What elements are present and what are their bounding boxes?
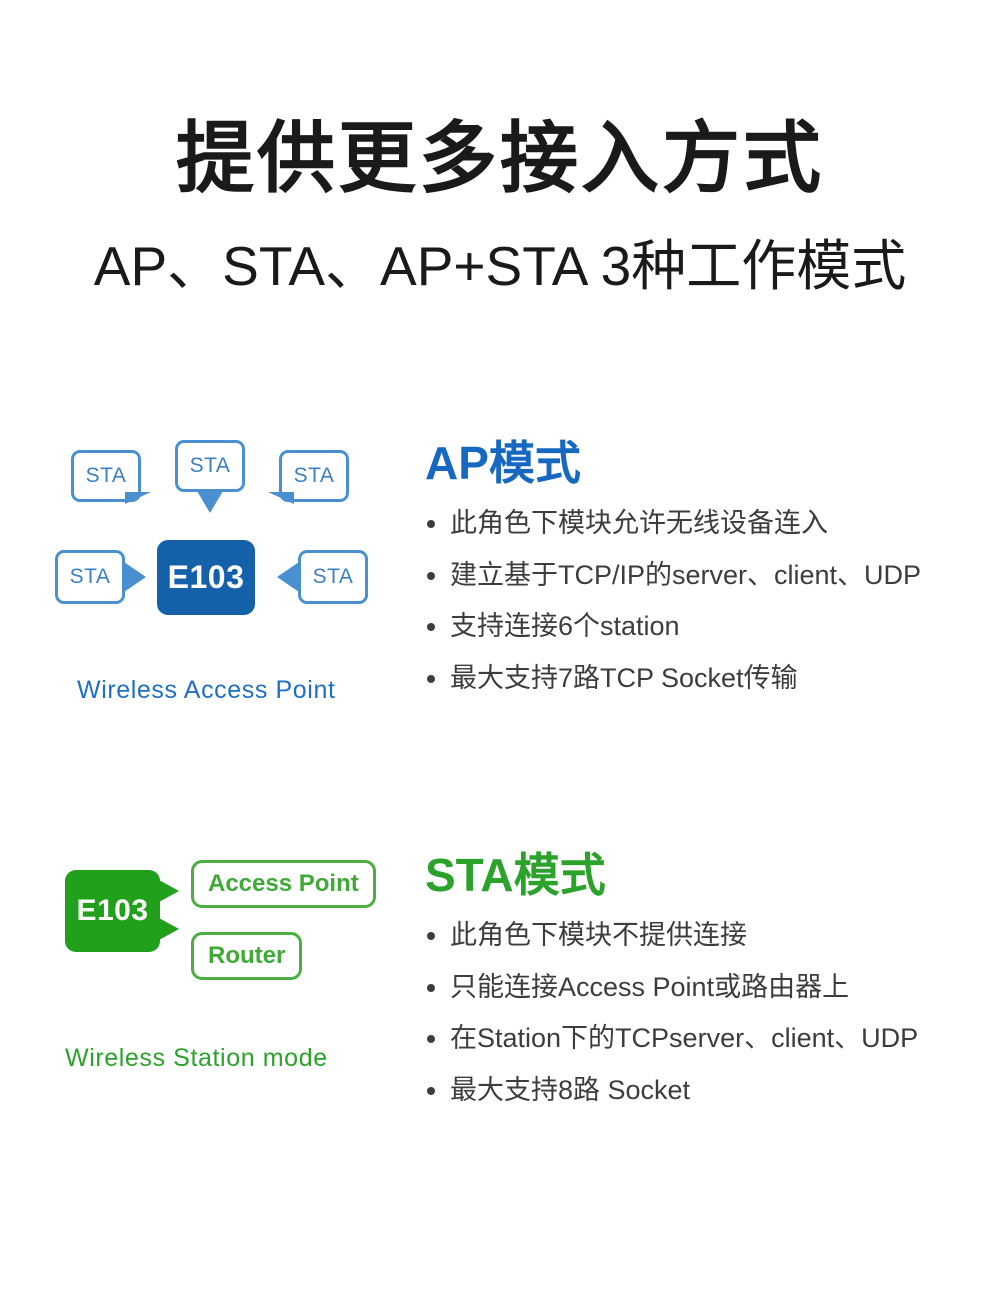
list-item: 最大支持8路 Socket (425, 1073, 1000, 1108)
ap-mode-section: STA STA STA STA STA E103 Wireless Access… (0, 440, 1000, 712)
page-title: 提供更多接入方式 (175, 114, 824, 202)
ap-mode-heading: AP模式 (425, 437, 581, 489)
sta-mode-heading: STA模式 (425, 849, 606, 901)
sta-client-bubble-5: STA (298, 550, 368, 604)
bubble-tail-icon-5 (277, 562, 299, 592)
ap-text-column: AP模式 此角色下模块允许无线设备连入 建立基于TCP/IP的server、cl… (415, 440, 1000, 712)
list-item: 此角色下模块不提供连接 (425, 918, 1000, 953)
list-item: 最大支持7路TCP Socket传输 (425, 661, 1000, 696)
ap-feature-list: 此角色下模块允许无线设备连入 建立基于TCP/IP的server、client、… (425, 506, 1000, 695)
sta-mode-section: E103 Access Point Router Wireless Statio… (0, 852, 1000, 1124)
list-item: 只能连接Access Point或路由器上 (425, 970, 1000, 1005)
list-item: 在Station下的TCPserver、client、UDP (425, 1021, 1000, 1056)
sta-diagram-column: E103 Access Point Router Wireless Statio… (0, 852, 415, 1072)
sta-client-bubble-4: STA (55, 550, 125, 604)
module-tail-icon-2 (159, 918, 179, 940)
sta-topology-diagram: E103 Access Point Router Wireless Statio… (55, 852, 385, 1072)
list-item: 支持连接6个station (425, 609, 1000, 644)
list-item: 建立基于TCP/IP的server、client、UDP (425, 558, 1000, 593)
bubble-tail-icon-2 (197, 491, 223, 513)
ap-topology-diagram: STA STA STA STA STA E103 Wireless Access… (55, 440, 385, 704)
bubble-tail-icon-4 (124, 562, 146, 592)
access-point-bubble: Access Point (191, 860, 376, 908)
e103-module-box-sta: E103 (65, 870, 160, 952)
ap-diagram-column: STA STA STA STA STA E103 Wireless Access… (0, 440, 415, 704)
router-bubble: Router (191, 932, 303, 980)
list-item: 此角色下模块允许无线设备连入 (425, 506, 1000, 541)
bubble-tail-icon-1 (125, 492, 151, 530)
ap-diagram-caption: Wireless Access Point (77, 676, 336, 704)
page-header: 提供更多接入方式 AP、STA、AP+STA 3种工作模式 (0, 0, 1000, 296)
e103-module-box-ap: E103 (157, 540, 255, 615)
bubble-tail-icon-3 (268, 492, 294, 530)
sta-feature-list: 此角色下模块不提供连接 只能连接Access Point或路由器上 在Stati… (425, 918, 1000, 1107)
sta-text-column: STA模式 此角色下模块不提供连接 只能连接Access Point或路由器上 … (415, 852, 1000, 1124)
page-subtitle: AP、STA、AP+STA 3种工作模式 (93, 234, 907, 297)
sta-client-bubble-2: STA (175, 440, 245, 492)
sta-diagram-caption: Wireless Station mode (65, 1044, 328, 1072)
module-tail-icon-1 (159, 880, 179, 902)
